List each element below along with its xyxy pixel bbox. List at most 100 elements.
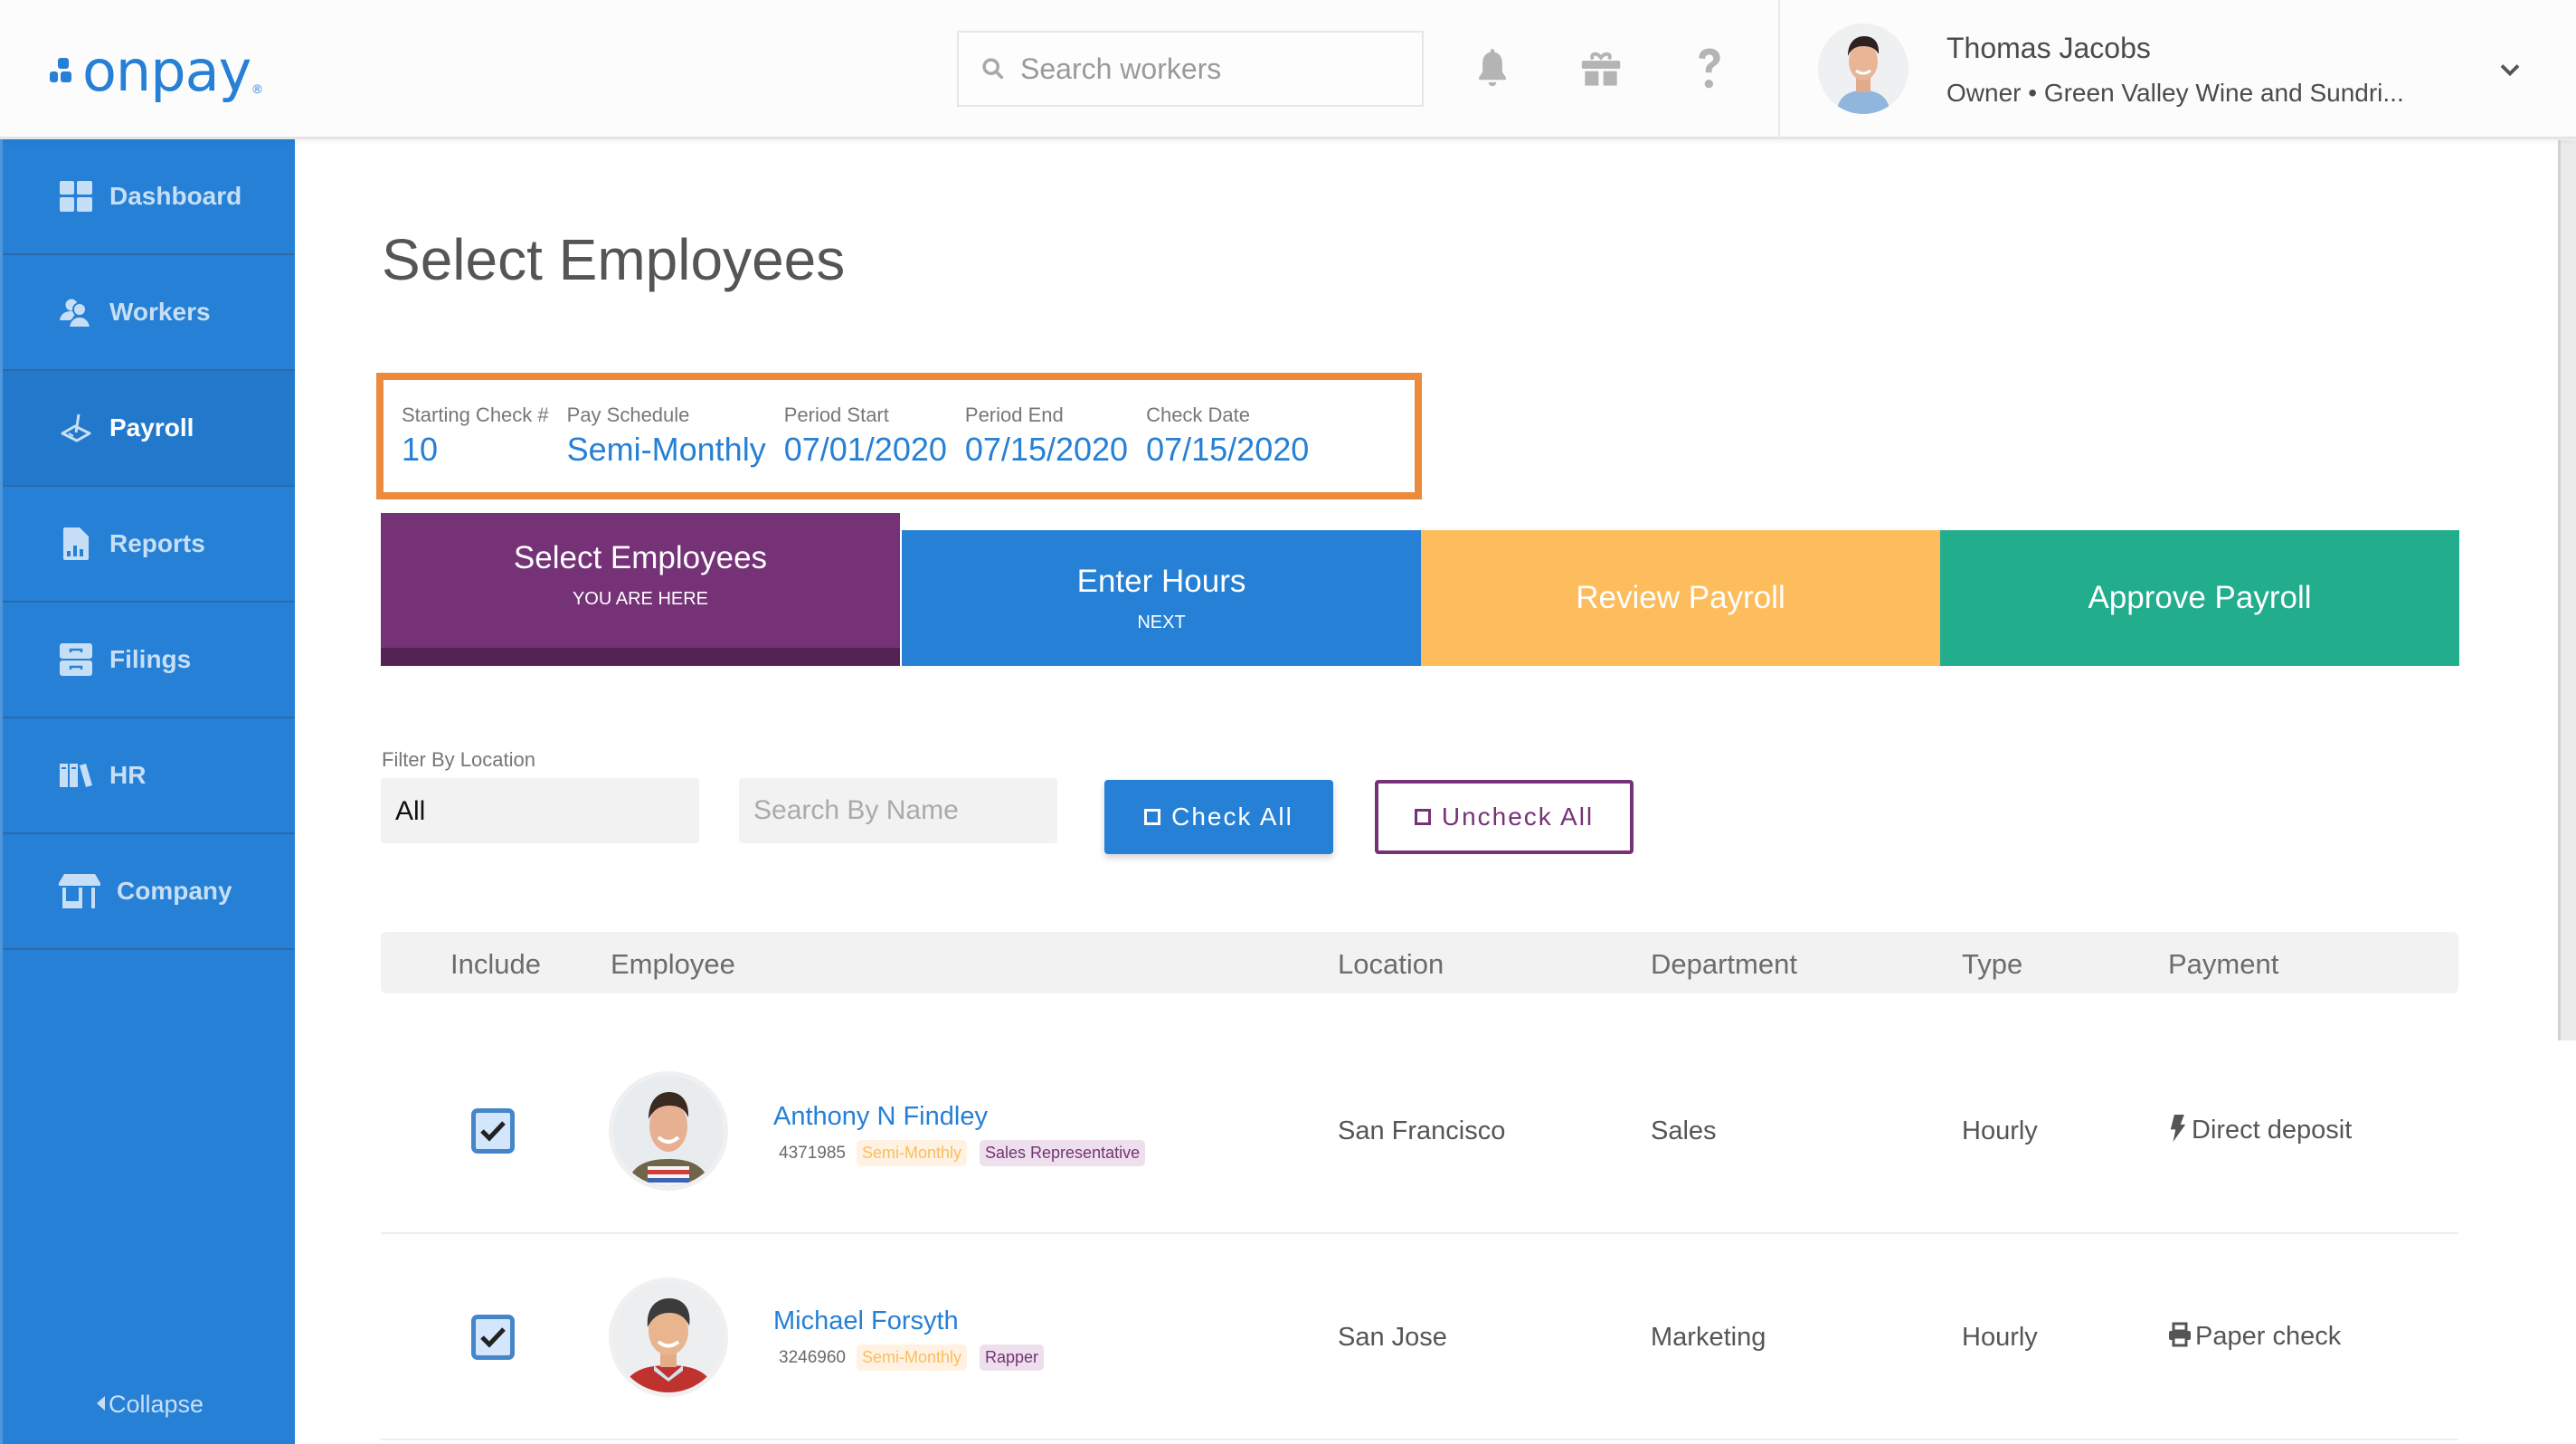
workers-icon	[59, 295, 93, 329]
uncheck-all-button[interactable]: Uncheck All	[1375, 780, 1634, 854]
info-starting-check: Starting Check # 10	[402, 404, 549, 492]
info-label: Period Start	[783, 404, 889, 426]
employee-meta: 4371985 Semi-Monthly Sales Representativ…	[779, 1140, 1158, 1166]
top-header: onpay ® Thomas Jacobs Owner • Green Vall…	[0, 0, 2576, 139]
employee-meta: 3246960 Semi-Monthly Rapper	[779, 1344, 1056, 1371]
step-subtitle: YOU ARE HERE	[572, 589, 709, 609]
chevron-down-icon[interactable]	[2496, 56, 2524, 83]
sidebar-item-label: Filings	[109, 645, 192, 673]
employee-id: 3246960	[779, 1347, 846, 1367]
include-checkbox[interactable]	[471, 1108, 515, 1154]
location-select[interactable]: All	[395, 795, 699, 826]
bell-icon	[1479, 49, 1506, 87]
caret-left-icon	[96, 1396, 105, 1411]
step-approve-payroll[interactable]: Approve Payroll	[1940, 530, 2459, 666]
col-type: Type	[1962, 948, 2023, 980]
sidebar: Dashboard Workers Payroll Reports Filing…	[0, 139, 295, 1444]
info-period-end: Period End 07/15/2020	[965, 404, 1128, 492]
info-value: 07/15/2020	[964, 431, 1129, 469]
notifications-button[interactable]	[1471, 43, 1514, 94]
search-workers-input[interactable]	[1020, 52, 1400, 86]
lightning-icon	[2170, 1115, 2186, 1142]
col-employee: Employee	[611, 948, 735, 980]
payroll-icon	[59, 411, 93, 445]
sidebar-item-workers[interactable]: Workers	[3, 255, 295, 371]
filings-icon	[59, 642, 93, 677]
help-button[interactable]	[1688, 43, 1731, 94]
location-filter[interactable]: All	[381, 778, 699, 843]
employee-avatar	[609, 1278, 728, 1397]
step-subtitle: NEXT	[1137, 612, 1186, 632]
info-label: Pay Schedule	[566, 404, 690, 426]
employee-type: Hourly	[1962, 1323, 2038, 1352]
uncheck-all-label: Uncheck All	[1441, 803, 1595, 831]
employee-department: Sales	[1651, 1116, 1717, 1145]
step-title: Enter Hours	[1076, 563, 1246, 599]
step-enter-hours[interactable]: Enter Hours NEXT	[902, 530, 1421, 666]
sidebar-item-filings[interactable]: Filings	[3, 603, 295, 718]
payment-method: Direct deposit	[2192, 1116, 2353, 1145]
employee-location: San Francisco	[1338, 1116, 1506, 1145]
employee-payment: Direct deposit	[2168, 1115, 2352, 1145]
employee-avatar	[609, 1071, 728, 1191]
table-row: Anthony N Findley 4371985 Semi-Monthly S…	[381, 1028, 2458, 1234]
user-menu[interactable]: Thomas Jacobs Owner • Green Valley Wine …	[1818, 24, 2404, 114]
logo-mark-icon	[50, 58, 77, 87]
employee-type: Hourly	[1962, 1116, 2038, 1145]
step-title: Review Payroll	[1576, 580, 1785, 615]
sidebar-item-company[interactable]: Company	[3, 834, 295, 950]
checkmark-icon	[480, 1121, 506, 1142]
header-divider	[1778, 0, 1780, 139]
gift-button[interactable]	[1579, 43, 1623, 94]
pay-schedule-tag: Semi-Monthly	[856, 1140, 967, 1166]
registered-mark: ®	[252, 81, 262, 96]
role-tag: Sales Representative	[980, 1140, 1146, 1166]
role-tag: Rapper	[980, 1344, 1045, 1371]
info-label: Check Date	[1146, 404, 1251, 426]
include-checkbox[interactable]	[471, 1315, 515, 1360]
table-row: Michael Forsyth 3246960 Semi-Monthly Rap…	[381, 1234, 2458, 1440]
search-by-name-input[interactable]	[753, 795, 1057, 826]
search-by-name-field[interactable]	[739, 778, 1057, 843]
step-title: Approve Payroll	[2088, 580, 2312, 615]
payroll-info-box: Starting Check # 10 Pay Schedule Semi-Mo…	[376, 373, 1422, 499]
sidebar-item-reports[interactable]: Reports	[3, 487, 295, 603]
info-value: 07/01/2020	[783, 431, 947, 469]
pay-schedule-tag: Semi-Monthly	[856, 1344, 967, 1371]
employee-name-link[interactable]: Anthony N Findley	[773, 1102, 988, 1132]
sidebar-item-label: Dashboard	[109, 182, 242, 210]
search-workers-field[interactable]	[957, 31, 1424, 107]
gift-icon	[1581, 52, 1621, 86]
step-select-employees[interactable]: Select Employees YOU ARE HERE	[381, 513, 900, 666]
collapse-sidebar-button[interactable]: Collapse	[3, 1391, 298, 1419]
sidebar-item-label: Workers	[109, 298, 211, 326]
check-all-button[interactable]: Check All	[1104, 780, 1333, 854]
help-icon	[1699, 48, 1720, 89]
sidebar-item-payroll[interactable]: Payroll	[3, 371, 295, 487]
dashboard-icon	[59, 179, 93, 214]
col-payment: Payment	[2168, 948, 2279, 980]
employee-id: 4371985	[779, 1143, 846, 1163]
info-check-date: Check Date 07/15/2020	[1146, 404, 1309, 492]
sidebar-item-dashboard[interactable]: Dashboard	[3, 139, 295, 255]
page-title: Select Employees	[382, 227, 846, 292]
employee-name-link[interactable]: Michael Forsyth	[773, 1306, 959, 1336]
step-review-payroll[interactable]: Review Payroll	[1421, 530, 1940, 666]
payment-method: Paper check	[2195, 1322, 2342, 1351]
step-title: Select Employees	[513, 540, 768, 575]
col-location: Location	[1338, 948, 1444, 980]
hr-icon	[59, 758, 93, 793]
table-header: Include Employee Location Department Typ…	[381, 932, 2458, 993]
onpay-logo[interactable]: onpay ®	[50, 43, 262, 100]
employee-location: San Jose	[1338, 1323, 1447, 1352]
user-name: Thomas Jacobs	[1946, 32, 2151, 65]
printer-icon	[2169, 1322, 2191, 1347]
info-label: Period End	[964, 404, 1064, 426]
info-value: Semi-Monthly	[566, 431, 766, 469]
checkbox-outline-icon	[1414, 809, 1431, 825]
user-avatar	[1818, 24, 1908, 114]
filter-by-location-label: Filter By Location	[382, 748, 535, 771]
vertical-scrollbar[interactable]	[2558, 140, 2576, 1040]
company-icon	[59, 874, 100, 908]
sidebar-item-hr[interactable]: HR	[3, 718, 295, 834]
